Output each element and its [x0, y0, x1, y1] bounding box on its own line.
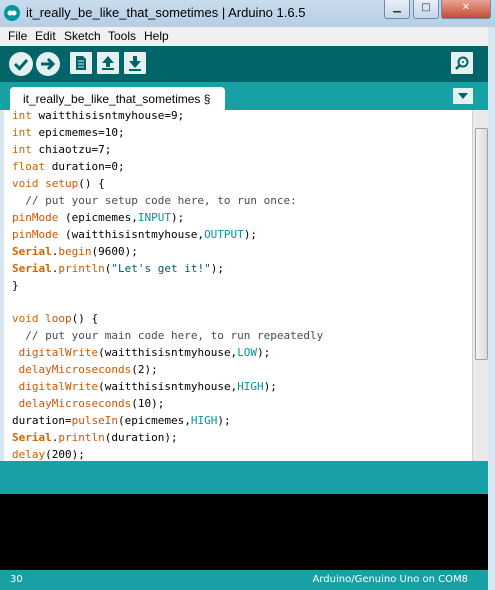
code-line: delayMicroseconds(2);: [18, 363, 158, 377]
tab-menu-dropdown-icon[interactable]: [453, 88, 473, 104]
code-line: Serial.begin(9600);: [12, 244, 138, 258]
window-border: [488, 27, 495, 590]
code-line: ​: [12, 294, 323, 311]
code-line: int chiaotzu=7;: [12, 142, 112, 156]
code-line: float duration=0;: [12, 159, 125, 173]
upload-button[interactable]: [36, 52, 60, 76]
code-line: delay(200);: [12, 448, 85, 461]
code-text[interactable]: int waitthisisntmyhouse=9; int epicmemes=…: [12, 110, 323, 461]
console-output[interactable]: [0, 494, 490, 570]
minimize-button[interactable]: ▁: [384, 0, 410, 19]
code-line: int waitthisisntmyhouse=9;: [12, 110, 185, 122]
upload-icon: [41, 57, 56, 71]
menu-sketch[interactable]: Sketch: [64, 29, 101, 43]
code-line: Serial.println("Let's get it!");: [12, 261, 224, 275]
new-icon: [76, 56, 86, 70]
open-button[interactable]: [97, 52, 119, 74]
code-line: delayMicroseconds(10);: [18, 397, 165, 411]
maximize-button[interactable]: □: [413, 0, 439, 19]
message-bar: [0, 461, 490, 494]
status-bar: 30 Arduino/Genuino Uno on COM8: [0, 570, 490, 590]
tab-bar: it_really_be_like_that_sometimes §: [0, 82, 490, 111]
editor-scrollbar[interactable]: [472, 110, 489, 461]
serial-monitor-button[interactable]: [451, 52, 473, 74]
menu-file[interactable]: File: [8, 29, 27, 43]
board-port-label: Arduino/Genuino Uno on COM8: [312, 574, 469, 585]
code-line: int epicmemes=10;: [12, 125, 125, 139]
toolbar: [0, 46, 495, 82]
verify-icon: [13, 59, 29, 71]
open-icon: [102, 56, 114, 70]
arduino-logo-icon: [4, 5, 20, 21]
menu-help[interactable]: Help: [144, 29, 169, 43]
save-icon: [129, 56, 141, 71]
code-line: pinMode (epicmemes,INPUT);: [12, 210, 185, 224]
save-button[interactable]: [124, 52, 146, 74]
title-bar: it_really_be_like_that_sometimes | Ardui…: [0, 0, 495, 28]
code-line: // put your setup code here, to run once…: [25, 193, 297, 207]
code-line: digitalWrite(waitthisisntmyhouse,LOW);: [18, 346, 271, 360]
code-line: // put your main code here, to run repea…: [25, 329, 324, 343]
code-line: }: [12, 278, 19, 292]
tab-sketch[interactable]: it_really_be_like_that_sometimes §: [10, 87, 225, 111]
close-button[interactable]: ✕: [441, 0, 491, 19]
code-line: pinMode (waitthisisntmyhouse,OUTPUT);: [12, 227, 258, 241]
window-title: it_really_be_like_that_sometimes | Ardui…: [26, 5, 306, 20]
scrollbar-thumb[interactable]: [475, 128, 488, 360]
code-line: duration=pulseIn(epicmemes,HIGH);: [12, 414, 231, 428]
menu-tools[interactable]: Tools: [108, 29, 136, 43]
new-button[interactable]: [70, 52, 92, 74]
code-line: void setup() {: [12, 176, 105, 190]
code-line: digitalWrite(waitthisisntmyhouse,HIGH);: [18, 380, 277, 394]
line-number: 30: [10, 574, 23, 585]
code-editor[interactable]: int waitthisisntmyhouse=9; int epicmemes=…: [4, 110, 472, 461]
menu-edit[interactable]: Edit: [35, 29, 56, 43]
verify-button[interactable]: [9, 52, 33, 76]
menu-bar: File Edit Sketch Tools Help: [0, 27, 495, 46]
serial-monitor-icon: [455, 56, 469, 70]
code-line: void loop() {: [12, 312, 99, 326]
code-line: Serial.println(duration);: [12, 431, 178, 445]
